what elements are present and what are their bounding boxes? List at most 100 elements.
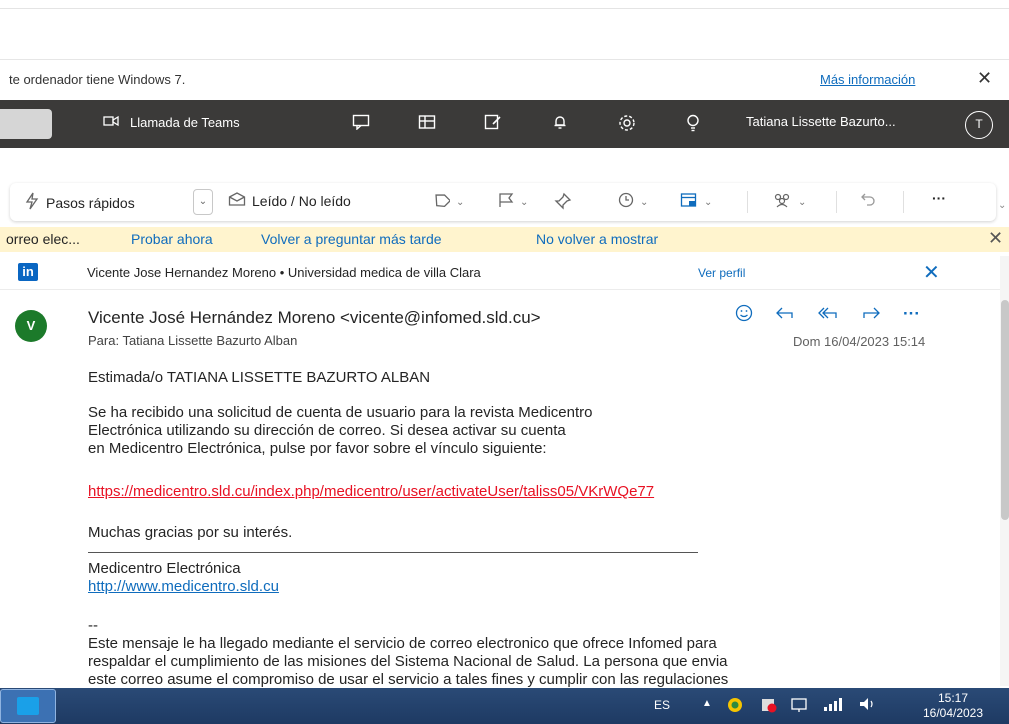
try-now-link[interactable]: Probar ahora [131,231,213,247]
chevron-down-icon: ⌄ [640,196,649,208]
tag-button[interactable]: ⌄ [432,192,464,212]
more-options-button[interactable]: ··· [932,190,946,206]
tag-icon [432,192,452,212]
message-actions: ··· [735,304,920,327]
read-unread-label: Leído / No leído [252,193,351,209]
divider [0,8,1009,9]
pin-button[interactable] [554,192,572,214]
people-icon [772,192,792,212]
user-name[interactable]: Tatiana Lissette Bazurto... [746,114,896,129]
body-line: Se ha recibido una solicitud de cuenta d… [88,404,593,421]
search-box[interactable] [0,109,52,139]
outlook-taskbar-icon[interactable] [0,689,56,723]
teams-call-button[interactable]: Llamada de Teams [100,114,240,131]
divider [836,191,837,213]
message-date: Dom 16/04/2023 15:14 [793,334,926,349]
signature-name: Medicentro Electrónica [88,560,241,577]
more-actions-icon[interactable]: ··· [903,304,920,327]
linkedin-bar: in Vicente Jose Hernandez Moreno • Unive… [0,254,1000,290]
bell-icon[interactable] [552,114,568,130]
undo-icon [860,192,876,212]
snooze-button[interactable]: ⌄ [618,192,648,212]
quick-steps-label: Pasos rápidos [46,195,135,211]
envelope-open-icon [228,192,246,210]
info-bar: orreo elec... Probar ahora Volver a preg… [0,227,1009,252]
more-info-link[interactable]: Más información [820,72,915,87]
signature-separator: -- [88,617,98,634]
display-icon[interactable] [790,696,808,717]
close-icon[interactable]: ✕ [923,260,940,285]
footer-line: Este mensaje le ha llegado mediante el s… [88,635,717,652]
emoji-icon[interactable] [735,304,753,327]
thanks-text: Muchas gracias por su interés. [88,524,293,541]
signal-icon[interactable] [822,696,844,715]
note-icon[interactable] [484,114,502,130]
close-icon[interactable]: ✕ [977,68,992,89]
footer-line: este correo asume el compromiso de usar … [88,671,729,688]
body-line: Electrónica utilizando su dirección de c… [88,422,566,439]
notice-text: te ordenador tiene Windows 7. [9,72,186,87]
chevron-down-icon[interactable]: ⌄ [998,200,1006,211]
ask-later-link[interactable]: Volver a preguntar más tarde [261,231,442,247]
chevron-up-icon[interactable]: ▲ [702,698,712,709]
dont-show-link[interactable]: No volver a mostrar [536,231,658,247]
ellipsis-icon: ··· [932,190,946,206]
reply-all-icon[interactable] [817,304,839,327]
read-unread-button[interactable]: Leído / No leído [228,192,351,210]
greeting: Estimada/o TATIANA LISSETTE BAZURTO ALBA… [88,369,431,386]
linkedin-profile-text: Vicente Jose Hernandez Moreno • Universi… [87,265,481,280]
recipient: Para: Tatiana Lissette Bazurto Alban [88,333,298,348]
message-header: V Vicente José Hernández Moreno <vicente… [0,296,1000,356]
groups-button[interactable]: ⌄ [772,192,806,212]
reply-icon[interactable] [775,304,795,327]
sender-avatar[interactable]: V [15,310,47,342]
activation-link[interactable]: https://medicentro.sld.cu/index.php/medi… [88,483,654,500]
view-profile-link[interactable]: Ver perfil [698,266,745,280]
windows7-notice-bar: te ordenador tiene Windows 7. Más inform… [0,61,1009,99]
clock-time: 15:17 [937,691,969,705]
lightbulb-icon[interactable] [686,114,700,132]
teams-call-label: Llamada de Teams [130,115,240,130]
close-icon[interactable]: ✕ [988,228,1003,249]
clock-icon [618,192,634,212]
chat-icon[interactable] [352,114,370,130]
info-text: orreo elec... [6,231,80,247]
chevron-down-icon: ⌄ [456,196,465,208]
browser-top-strip [0,0,1009,60]
sender[interactable]: Vicente José Hernández Moreno <vicente@i… [88,308,541,328]
flag-button[interactable]: ⌄ [498,192,528,212]
body-line: en Medicentro Electrónica, pulse por fav… [88,440,547,457]
linkedin-icon: in [18,263,38,281]
language-indicator[interactable]: ES [654,698,670,712]
app-header: Llamada de Teams Tatiana Lissette Bazurt… [0,100,1009,148]
video-icon [100,114,122,131]
chevron-down-icon: ⌄ [798,196,807,208]
pin-icon [554,192,572,214]
message-toolbar: Pasos rápidos ⌄ Leído / No leído ⌄ ⌄ ⌄ ⌄… [10,183,996,221]
user-avatar[interactable]: T [965,111,993,139]
divider [903,191,904,213]
quick-steps-button[interactable]: Pasos rápidos [24,192,135,214]
forward-icon[interactable] [861,304,881,327]
lightning-icon [24,192,40,214]
folder-move-icon [680,192,698,212]
divider [747,191,748,213]
flag-icon [498,192,514,212]
system-clock[interactable]: 15:17 16/04/2023 [903,691,1003,721]
signature-rule [88,552,698,553]
office-icon[interactable] [418,114,436,130]
flag-tray-icon[interactable] [760,696,778,717]
scrollbar-thumb[interactable] [1001,300,1009,520]
signature-url-link[interactable]: http://www.medicentro.sld.cu [88,578,279,595]
chevron-down-icon: ⌄ [704,196,713,208]
quick-steps-dropdown[interactable]: ⌄ [193,189,213,215]
gear-icon[interactable] [618,114,636,132]
footer-line: respaldar el cumplimiento de las misione… [88,653,728,670]
app-tray-icon[interactable] [726,696,744,717]
volume-icon[interactable] [858,696,878,715]
clock-date: 16/04/2023 [922,706,984,720]
undo-button[interactable] [860,192,876,212]
move-button[interactable]: ⌄ [680,192,712,212]
windows-taskbar: ES ▲ 15:17 16/04/2023 [0,688,1009,724]
chevron-down-icon: ⌄ [520,196,529,208]
